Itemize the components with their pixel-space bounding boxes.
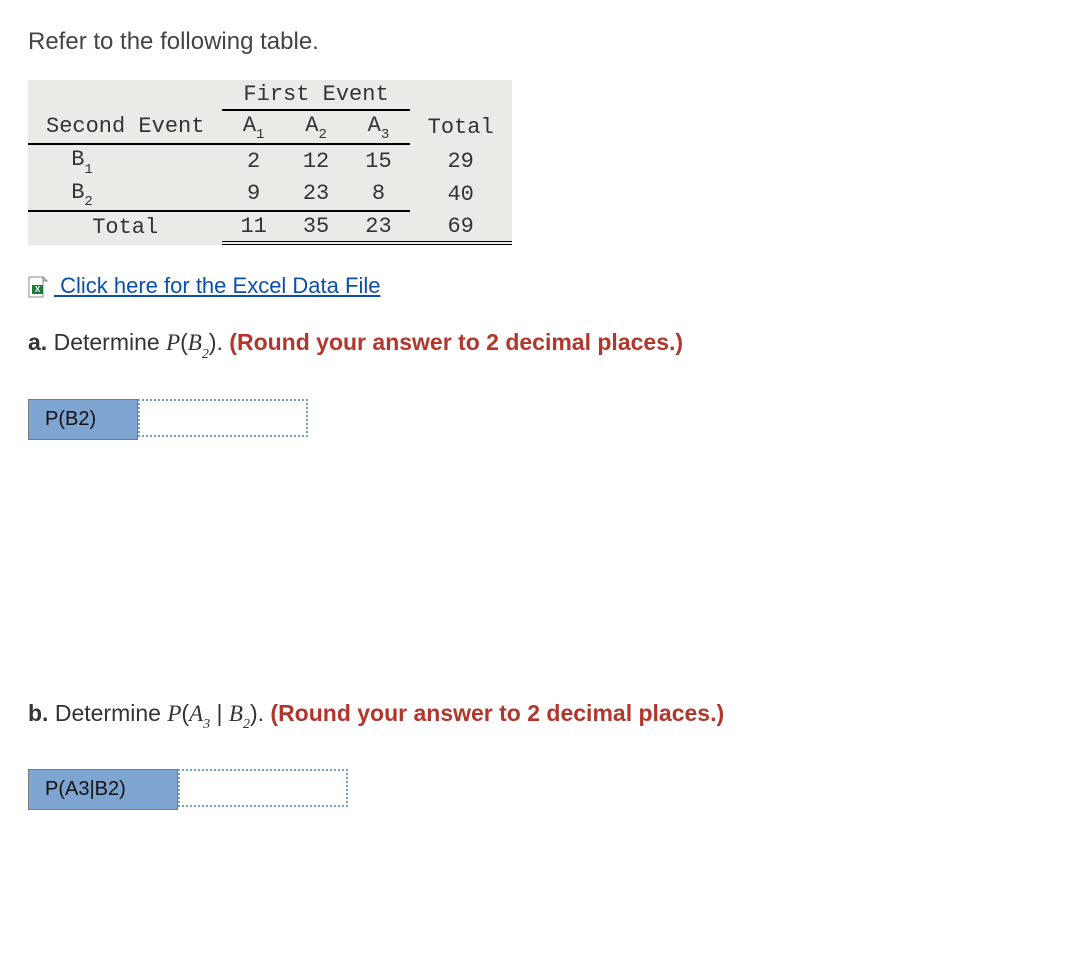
cell-grand-total: 69 — [410, 211, 512, 243]
cell-b1-a2: 12 — [285, 144, 347, 177]
svg-text:X: X — [35, 285, 41, 294]
answer-input-pb2[interactable] — [138, 399, 308, 437]
cell-b2-a2: 23 — [285, 178, 347, 211]
col-total: Total — [410, 110, 512, 144]
row-total: Total 11 35 23 69 — [28, 211, 512, 243]
question-a: a. Determine P(B2). (Round your answer t… — [28, 329, 1044, 361]
excel-data-file-link[interactable]: Click here for the Excel Data File — [54, 273, 380, 298]
row-b1: B1 2 12 15 29 — [28, 144, 512, 177]
second-event-header: Second Event — [28, 110, 222, 144]
col-a3: A3 — [347, 110, 409, 144]
col-a2: A2 — [285, 110, 347, 144]
row-b2: B2 9 23 8 40 — [28, 178, 512, 211]
first-event-header: First Event — [222, 80, 409, 110]
cell-total-a3: 23 — [347, 211, 409, 243]
answer-row-b: P(A3|B2) — [28, 769, 1044, 810]
cell-total-a2: 35 — [285, 211, 347, 243]
cell-b2-a3: 8 — [347, 178, 409, 211]
cell-b1-total: 29 — [410, 144, 512, 177]
cell-b1-a1: 2 — [222, 144, 284, 177]
intro-text: Refer to the following table. — [28, 28, 1044, 56]
answer-label-pa3b2: P(A3|B2) — [28, 769, 178, 810]
contingency-table: First Event Second Event A1 A2 A3 Total … — [28, 80, 512, 245]
cell-b1-a3: 15 — [347, 144, 409, 177]
cell-b2-a1: 9 — [222, 178, 284, 211]
cell-b2-total: 40 — [410, 178, 512, 211]
row-total-label: Total — [28, 211, 222, 243]
excel-file-icon: X — [28, 276, 48, 298]
answer-label-pb2: P(B2) — [28, 399, 138, 440]
cell-total-a1: 11 — [222, 211, 284, 243]
answer-input-pa3b2[interactable] — [178, 769, 348, 807]
col-a1: A1 — [222, 110, 284, 144]
answer-row-a: P(B2) — [28, 399, 1044, 440]
question-b: b. Determine P(A3 | B2). (Round your ans… — [28, 700, 1044, 732]
